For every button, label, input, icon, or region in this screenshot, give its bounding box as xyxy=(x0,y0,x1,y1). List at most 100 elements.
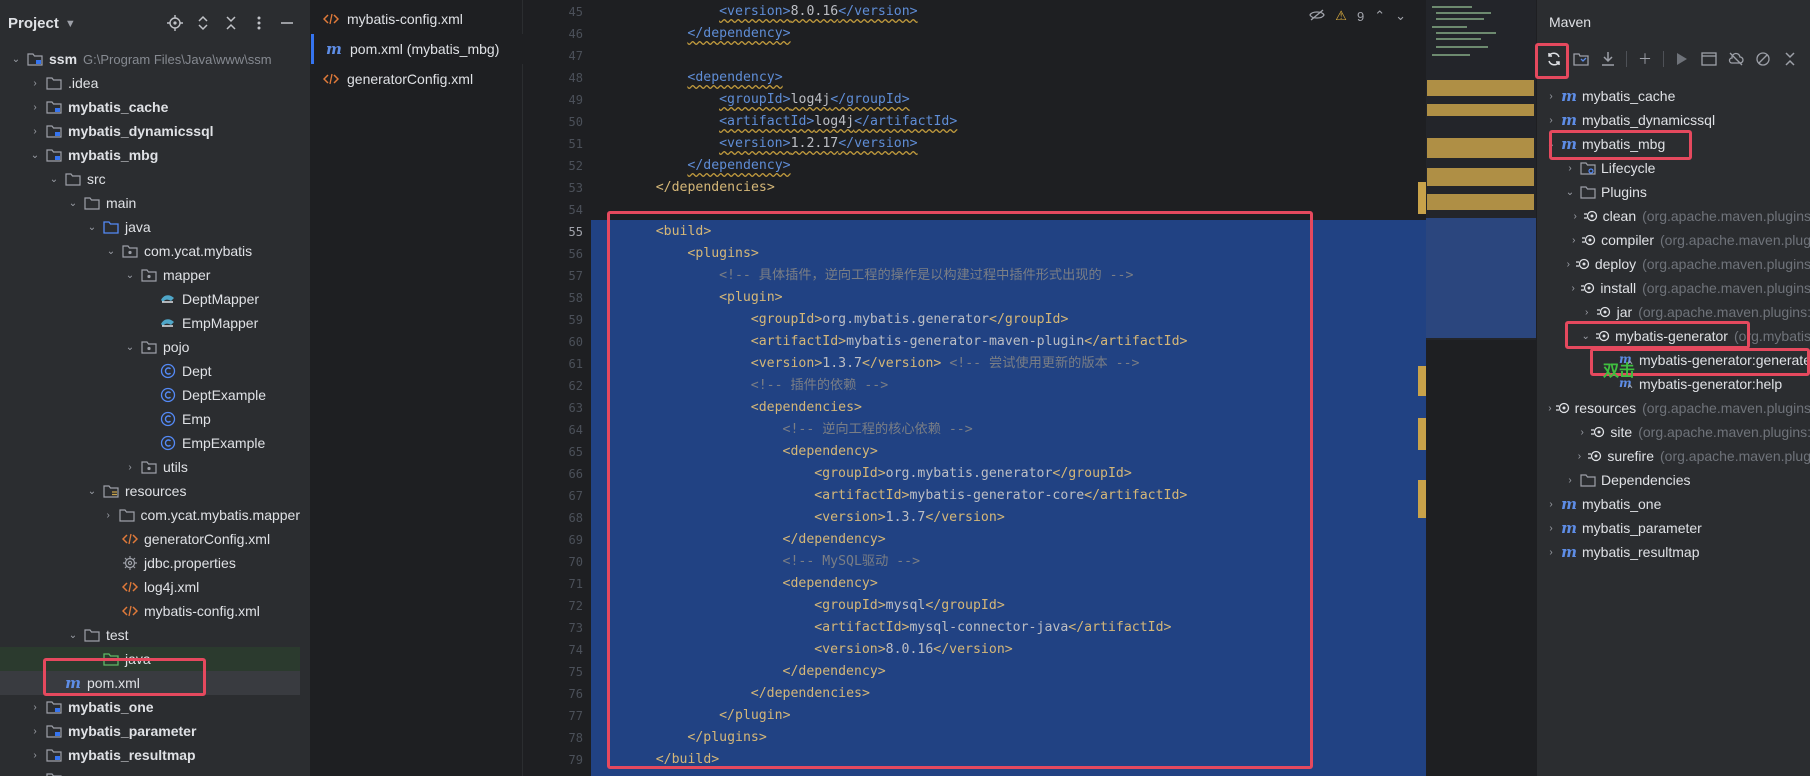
chevron-right-icon[interactable]: › xyxy=(1548,403,1551,414)
chevron-right-icon[interactable]: › xyxy=(1545,115,1557,126)
tree-item-mybatis-parameter[interactable]: › mybatis_parameter xyxy=(0,719,300,743)
chevron-right-icon[interactable]: › xyxy=(1570,235,1579,246)
execute-goal-icon[interactable] xyxy=(1700,50,1718,68)
maven-item-clean[interactable]: › clean (org.apache.maven.plugins xyxy=(1537,204,1810,228)
chevron-down-icon[interactable]: ⌄ xyxy=(48,174,60,185)
tree-item-pom-xml[interactable]: m pom.xml xyxy=(0,671,300,695)
collapse-icon[interactable] xyxy=(1781,50,1799,68)
tab-pom-xml[interactable]: m pom.xml (mybatis_mbg) xyxy=(311,34,523,64)
tree-item-mapper[interactable]: ⌄ mapper xyxy=(0,263,300,287)
maven-item-mybatis-one[interactable]: › m mybatis_one xyxy=(1537,492,1810,516)
chevron-down-icon[interactable]: ⌄ xyxy=(67,198,79,209)
more-options-icon[interactable] xyxy=(250,14,268,32)
chevron-down-icon[interactable]: ⌄ xyxy=(1580,331,1591,342)
tab-generatorConfig-xml[interactable]: generatorConfig.xml xyxy=(311,64,523,94)
download-icon[interactable] xyxy=(1599,50,1617,68)
tree-item-emp[interactable]: Emp xyxy=(0,407,300,431)
chevron-right-icon[interactable]: › xyxy=(124,462,136,473)
warning-mark[interactable] xyxy=(1418,182,1426,214)
chevron-right-icon[interactable]: › xyxy=(29,78,41,89)
tree-item-java[interactable]: ⌄ java xyxy=(0,215,300,239)
previous-highlight-icon[interactable]: ⌃ xyxy=(1374,8,1385,24)
warning-icon[interactable]: ⚠ xyxy=(1335,8,1347,24)
maven-item-deploy[interactable]: › deploy (org.apache.maven.plugins xyxy=(1537,252,1810,276)
chevron-down-icon[interactable]: ⌄ xyxy=(124,270,136,281)
tree-item-generatorconfig-xml[interactable]: generatorConfig.xml xyxy=(0,527,300,551)
chevron-right-icon[interactable]: › xyxy=(102,510,114,521)
generate-sources-icon[interactable] xyxy=(1572,50,1590,68)
chevron-down-icon[interactable]: ⌄ xyxy=(105,246,117,257)
chevron-right-icon[interactable]: › xyxy=(29,750,41,761)
tree-item-main[interactable]: ⌄ main xyxy=(0,191,300,215)
maven-item-surefire[interactable]: › surefire (org.apache.maven.plug xyxy=(1537,444,1810,468)
chevron-down-icon[interactable]: ⌄ xyxy=(67,630,79,641)
chevron-right-icon[interactable]: › xyxy=(29,126,41,137)
maven-item-dependencies[interactable]: › Dependencies xyxy=(1537,468,1810,492)
collapse-all-icon[interactable] xyxy=(222,14,240,32)
next-highlight-icon[interactable]: ⌄ xyxy=(1395,8,1406,24)
chevron-down-icon[interactable]: ⌄ xyxy=(86,486,98,497)
chevron-down-icon[interactable]: ▼ xyxy=(65,18,76,30)
maven-item-mybatis-mbg[interactable]: ⌄ m mybatis_mbg xyxy=(1537,132,1810,156)
maven-item-mybatis-cache[interactable]: › m mybatis_cache xyxy=(1537,84,1810,108)
tree-item-mybatis-cache[interactable]: › mybatis_cache xyxy=(0,95,300,119)
minimize-icon[interactable] xyxy=(278,14,296,32)
locate-icon[interactable] xyxy=(166,14,184,32)
tab-mybatis-config-xml[interactable]: mybatis-config.xml xyxy=(311,4,523,34)
tree-item-utils[interactable]: › utils xyxy=(0,455,300,479)
add-icon[interactable]: ＋ xyxy=(1636,50,1654,68)
chevron-right-icon[interactable]: › xyxy=(29,702,41,713)
tree-item-com-ycat-mybatis[interactable]: ⌄ com.ycat.mybatis xyxy=(0,239,300,263)
tree-item-deptmapper[interactable]: DeptMapper xyxy=(0,287,300,311)
warning-mark[interactable] xyxy=(1418,366,1426,396)
maven-item-mybatis-dynamicssql[interactable]: › m mybatis_dynamicssql xyxy=(1537,108,1810,132)
chevron-down-icon[interactable]: ⌄ xyxy=(29,150,41,161)
chevron-right-icon[interactable]: › xyxy=(1545,547,1557,558)
project-panel-title[interactable]: Project xyxy=(8,15,59,32)
tree-item-mybatis-one[interactable]: › mybatis_one xyxy=(0,695,300,719)
tree-item-jdbc-properties[interactable]: jdbc.properties xyxy=(0,551,300,575)
run-icon[interactable] xyxy=(1673,50,1691,68)
tree-item-src[interactable]: ›src xyxy=(0,767,300,776)
chevron-right-icon[interactable]: › xyxy=(1577,427,1587,438)
tree-item-mybatis-dynamicssql[interactable]: › mybatis_dynamicssql xyxy=(0,119,300,143)
maven-item-mybatis-generator-generate[interactable]: m mybatis-generator:generate xyxy=(1537,348,1810,372)
tree-item-log4j-xml[interactable]: log4j.xml xyxy=(0,575,300,599)
chevron-right-icon[interactable]: › xyxy=(1569,283,1577,294)
expand-all-icon[interactable] xyxy=(194,14,212,32)
maven-item-mybatis-resultmap[interactable]: › m mybatis_resultmap xyxy=(1537,540,1810,564)
chevron-right-icon[interactable]: › xyxy=(1575,451,1585,462)
tree-item-empexample[interactable]: EmpExample xyxy=(0,431,300,455)
maven-item-jar[interactable]: › jar (org.apache.maven.plugins: xyxy=(1537,300,1810,324)
maven-item-compiler[interactable]: › compiler (org.apache.maven.plug xyxy=(1537,228,1810,252)
scrollbar-marks[interactable] xyxy=(1418,0,1426,776)
code-editor[interactable]: <version>8.0.16</version> </dependency> <d… xyxy=(591,0,1426,776)
chevron-right-icon[interactable]: › xyxy=(1545,91,1557,102)
chevron-right-icon[interactable]: › xyxy=(1565,259,1572,270)
chevron-down-icon[interactable]: ⌄ xyxy=(1564,187,1576,198)
warning-mark[interactable] xyxy=(1418,418,1426,450)
tree-item-empmapper[interactable]: EmpMapper xyxy=(0,311,300,335)
chevron-right-icon[interactable]: › xyxy=(1545,523,1557,534)
maven-item-lifecycle[interactable]: › Lifecycle xyxy=(1537,156,1810,180)
chevron-right-icon[interactable]: › xyxy=(1581,307,1592,318)
chevron-down-icon[interactable]: ⌄ xyxy=(124,342,136,353)
tree-item-com-ycat-mybatis-mapper[interactable]: › com.ycat.mybatis.mapper xyxy=(0,503,300,527)
maven-item-mybatis-generator-help[interactable]: m mybatis-generator:help xyxy=(1537,372,1810,396)
reader-mode-icon[interactable] xyxy=(1309,9,1326,24)
reload-icon[interactable] xyxy=(1545,50,1563,68)
chevron-right-icon[interactable]: › xyxy=(29,726,41,737)
chevron-right-icon[interactable]: › xyxy=(1545,499,1557,510)
maven-item-resources[interactable]: › resources (org.apache.maven.plugins xyxy=(1537,396,1810,420)
tree-item-mybatis-resultmap[interactable]: › mybatis_resultmap xyxy=(0,743,300,767)
chevron-right-icon[interactable]: › xyxy=(1571,211,1580,222)
maven-item-mybatis-parameter[interactable]: › m mybatis_parameter xyxy=(1537,516,1810,540)
tree-item-test[interactable]: ⌄ test xyxy=(0,623,300,647)
warning-mark[interactable] xyxy=(1418,480,1426,518)
tree-item-mybatis-mbg[interactable]: ⌄ mybatis_mbg xyxy=(0,143,300,167)
chevron-right-icon[interactable]: › xyxy=(29,102,41,113)
tree-item-resources[interactable]: ⌄ resources xyxy=(0,479,300,503)
chevron-right-icon[interactable]: › xyxy=(1564,475,1576,486)
tree-item-ssm[interactable]: ⌄ ssm G:\Program Files\Java\www\ssm xyxy=(0,47,300,71)
tree-item-java[interactable]: java xyxy=(0,647,300,671)
